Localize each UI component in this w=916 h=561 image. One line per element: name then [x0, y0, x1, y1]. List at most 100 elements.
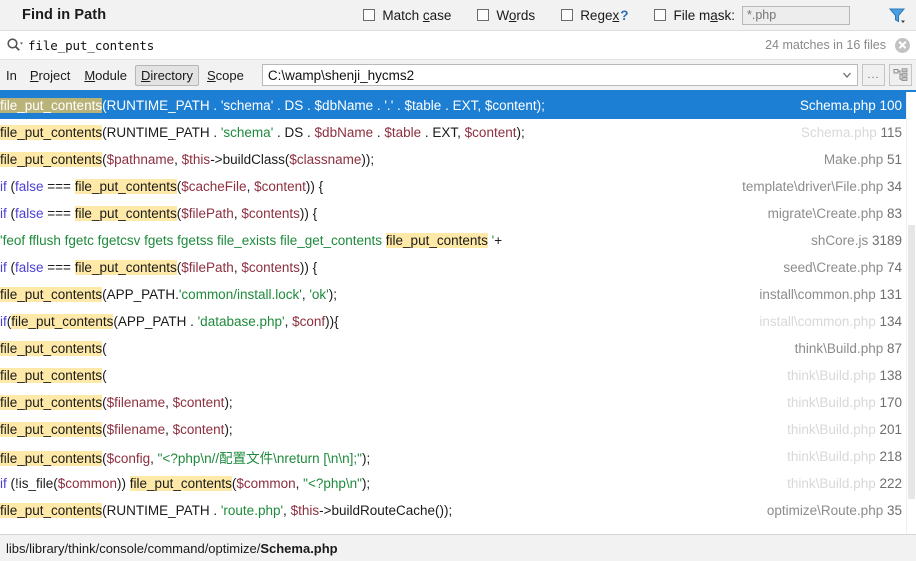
- match-highlight: file_put_contents: [0, 422, 103, 437]
- table-row[interactable]: file_put_contents(think\Build.php 87: [0, 335, 916, 362]
- code-token: .: [393, 98, 405, 113]
- match-highlight: file_put_contents: [0, 125, 103, 140]
- table-row[interactable]: file_put_contents(RUNTIME_PATH . 'schema…: [0, 92, 916, 119]
- result-line-number: 3189: [868, 233, 902, 248]
- results-rows: file_put_contents(RUNTIME_PATH . 'schema…: [0, 92, 916, 524]
- code-token: (: [102, 368, 107, 383]
- code-token: ,: [284, 314, 293, 329]
- code-token: (APP_PATH.: [102, 287, 179, 302]
- words-checkbox[interactable]: Words: [477, 8, 535, 23]
- regex-checkbox[interactable]: Regex ?: [561, 8, 628, 23]
- status-filename: Schema.php: [260, 540, 338, 556]
- result-location: think\Build.php 218: [787, 449, 916, 464]
- table-row[interactable]: 'feof fflush fgetc fgetcsv fgets fgetss …: [0, 227, 916, 254]
- result-file-name: Schema.php: [799, 98, 876, 113]
- code-token: (: [6, 179, 16, 194]
- code-token: $table: [384, 125, 422, 140]
- code-token: (!is_file(: [6, 476, 58, 491]
- result-line-number: 170: [875, 395, 902, 410]
- code-token: 'database.php': [197, 314, 285, 329]
- result-location: think\Build.php 201: [787, 422, 916, 437]
- scope-tab-module[interactable]: Module: [78, 65, 133, 86]
- checkbox-box-file-mask[interactable]: [654, 9, 667, 21]
- table-row[interactable]: file_put_contents($filename, $content); t…: [0, 389, 916, 416]
- result-location: think\Build.php 222: [787, 476, 916, 491]
- result-location: template\driver\File.php 34: [742, 179, 916, 194]
- filter-funnel-icon[interactable]: [886, 4, 908, 26]
- module-tree-icon[interactable]: [889, 64, 912, 86]
- result-code-snippet: file_put_contents(RUNTIME_PATH . 'schema…: [0, 98, 545, 113]
- code-token: $filename: [106, 395, 166, 410]
- code-token: false: [15, 260, 44, 275]
- code-token: '.': [384, 98, 394, 113]
- code-token: (RUNTIME_PATH .: [102, 98, 221, 113]
- code-token: (: [6, 260, 16, 275]
- code-token: 'ok': [309, 287, 329, 302]
- result-file-name: think\Build.php: [787, 368, 876, 383]
- code-token: 'schema': [220, 98, 274, 113]
- code-token: 'feof fflush fgetc fgetcsv fgets fgetss …: [0, 233, 386, 248]
- table-row[interactable]: if (false === file_put_contents($filePat…: [0, 200, 916, 227]
- match-highlight: file_put_contents: [0, 341, 103, 356]
- checkbox-box-regex[interactable]: [561, 9, 574, 21]
- checkbox-box-match-case[interactable]: [363, 9, 376, 21]
- match-highlight: file_put_contents: [0, 98, 103, 113]
- code-token: );: [224, 395, 233, 410]
- result-file-name: think\Build.php: [787, 476, 876, 491]
- match-highlight: file_put_contents: [0, 503, 103, 518]
- code-token: $pathname: [106, 152, 175, 167]
- table-row[interactable]: file_put_contents($config, "<?php\n//配置文…: [0, 443, 916, 470]
- table-row[interactable]: file_put_contents(RUNTIME_PATH . 'schema…: [0, 119, 916, 146]
- table-row[interactable]: file_put_contents($filename, $content); t…: [0, 416, 916, 443]
- code-token: ===: [43, 260, 75, 275]
- checkbox-box-words[interactable]: [477, 9, 490, 21]
- match-highlight: file_put_contents: [385, 233, 488, 248]
- result-location: shCore.js 3189: [811, 233, 916, 248]
- scope-tab-directory[interactable]: Directory: [134, 64, 199, 86]
- result-line-number: 222: [875, 476, 902, 491]
- code-token: false: [15, 206, 44, 221]
- clear-icon[interactable]: [895, 37, 910, 53]
- vertical-scrollbar[interactable]: [906, 92, 916, 534]
- code-token: $contents: [241, 206, 300, 221]
- match-case-label: Match case: [382, 7, 452, 23]
- result-line-number: 35: [883, 503, 902, 518]
- code-token: $filename: [106, 422, 166, 437]
- scrollbar-thumb[interactable]: [908, 225, 915, 499]
- search-input[interactable]: file_put_contents: [28, 38, 765, 53]
- browse-directory-button[interactable]: ...: [862, 64, 885, 86]
- chevron-down-icon[interactable]: [837, 65, 857, 85]
- table-row[interactable]: if (false === file_put_contents($cacheFi…: [0, 173, 916, 200]
- code-token: (: [102, 341, 107, 356]
- table-row[interactable]: file_put_contents(RUNTIME_PATH . 'route.…: [0, 497, 916, 524]
- code-token: (RUNTIME_PATH .: [102, 125, 221, 140]
- match-case-checkbox[interactable]: Match case: [363, 8, 451, 23]
- scope-tab-project[interactable]: Project: [24, 65, 76, 86]
- directory-input[interactable]: C:\wamp\shenji_hycms2: [263, 68, 837, 83]
- result-line-number: 51: [883, 152, 902, 167]
- code-token: );: [361, 450, 371, 466]
- file-mask-checkbox[interactable]: File mask:: [654, 5, 850, 25]
- table-row[interactable]: file_put_contents($pathname, $this->buil…: [0, 146, 916, 173]
- directory-combobox[interactable]: C:\wamp\shenji_hycms2: [261, 64, 858, 86]
- code-token: 'schema': [220, 125, 274, 140]
- code-token: )) {: [299, 206, 318, 221]
- table-row[interactable]: if (false === file_put_contents($filePat…: [0, 254, 916, 281]
- search-options-group: Match case Words Regex ? File mask:: [363, 4, 908, 26]
- result-file-name: optimize\Route.php: [766, 503, 884, 518]
- table-row[interactable]: if(file_put_contents(APP_PATH . 'databas…: [0, 308, 916, 335]
- result-file-name: install\common.php: [759, 287, 876, 302]
- file-mask-input[interactable]: [742, 5, 850, 25]
- code-token: "<?php\n": [303, 476, 362, 491]
- result-location: optimize\Route.php 35: [767, 503, 916, 518]
- search-bar: file_put_contents 24 matches in 16 files: [0, 31, 916, 60]
- result-file-name: migrate\Create.php: [767, 206, 884, 221]
- scope-tab-scope[interactable]: Scope: [201, 65, 250, 86]
- regex-help-icon[interactable]: ?: [620, 8, 628, 23]
- table-row[interactable]: file_put_contents(APP_PATH.'common/insta…: [0, 281, 916, 308]
- result-line-number: 34: [883, 179, 902, 194]
- table-row[interactable]: file_put_contents(think\Build.php 138: [0, 362, 916, 389]
- search-icon[interactable]: [6, 36, 26, 54]
- search-results-list[interactable]: file_put_contents(RUNTIME_PATH . 'schema…: [0, 92, 916, 534]
- table-row[interactable]: if (!is_file($common)) file_put_contents…: [0, 470, 916, 497]
